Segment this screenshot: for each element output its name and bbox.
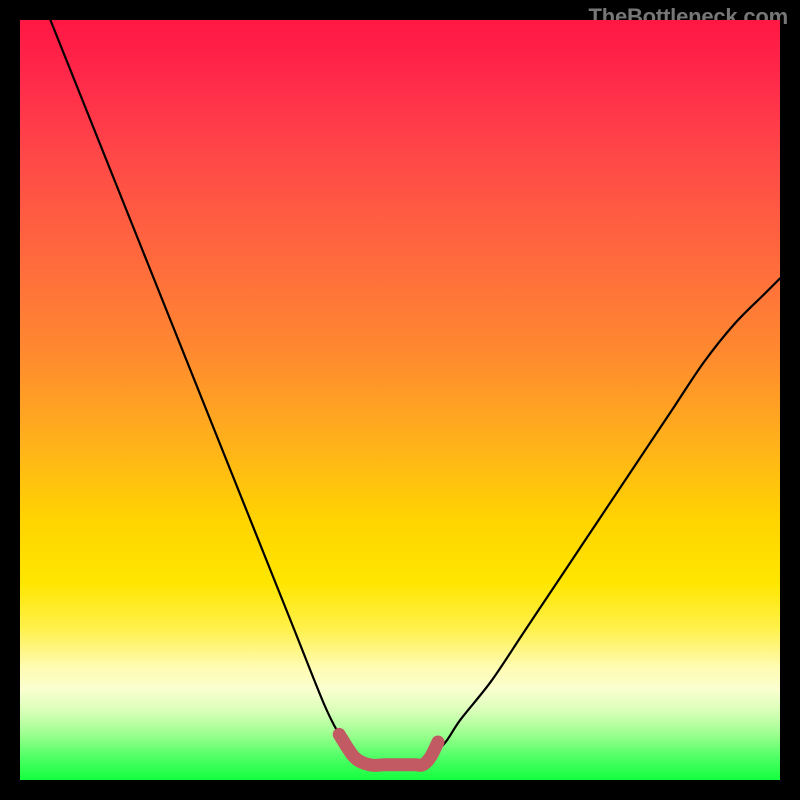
chart-frame: TheBottleneck.com bbox=[0, 0, 800, 800]
curve-layer bbox=[20, 20, 780, 780]
bottom-flat-highlight bbox=[339, 734, 438, 765]
plot-area bbox=[20, 20, 780, 780]
left-curve bbox=[50, 20, 369, 765]
right-curve bbox=[423, 278, 780, 764]
